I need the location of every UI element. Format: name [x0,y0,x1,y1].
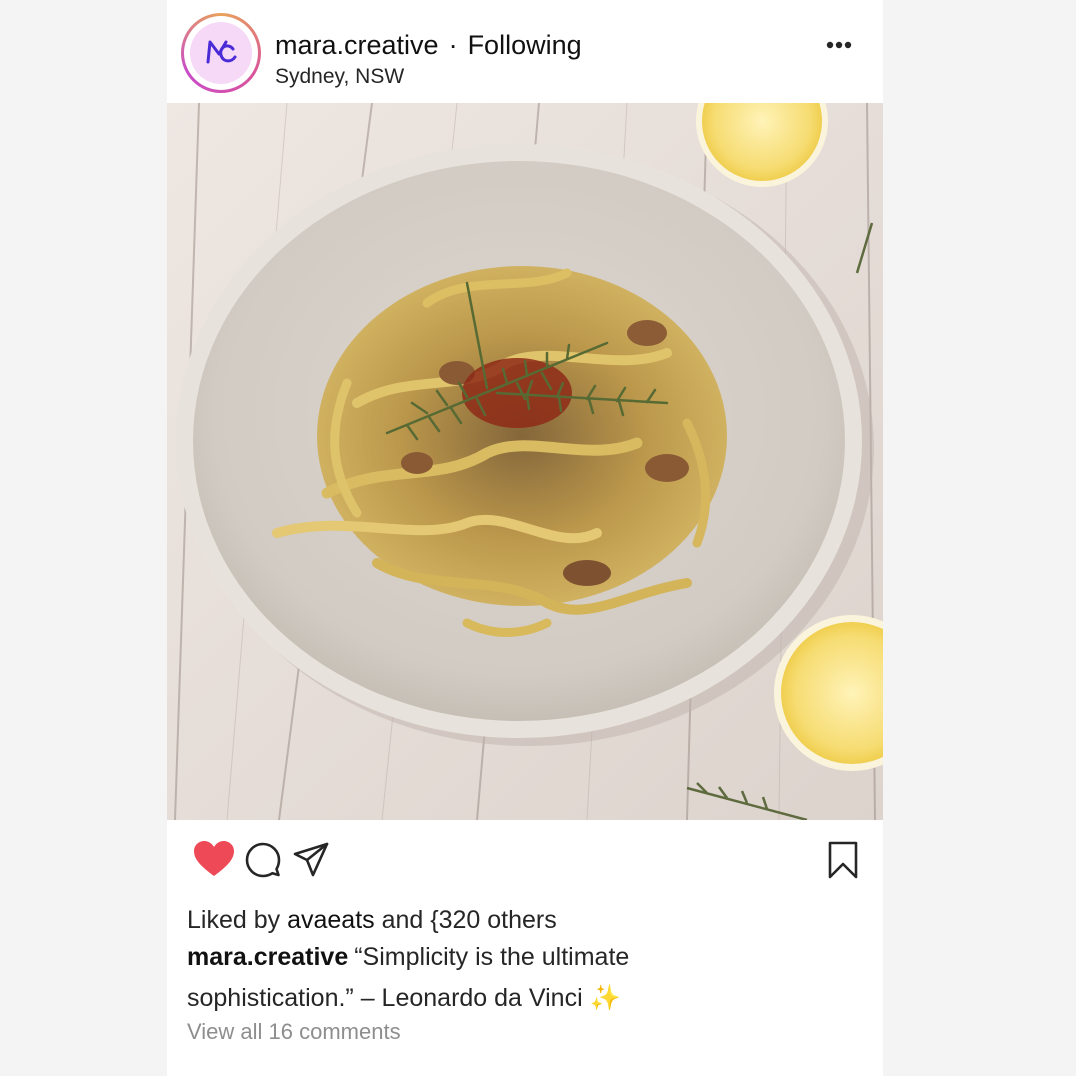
sparkle-emoji: ✨ [589,984,621,1012]
post-card: mara.creative · Following Sydney, NSW Li… [167,0,883,1076]
separator-dot: · [448,30,458,60]
liked-by-prefix: Liked by [187,906,281,934]
more-horizontal-icon[interactable] [825,32,857,58]
username-link[interactable]: mara.creative [275,30,439,60]
liked-by-user-link[interactable]: avaeats [287,906,375,934]
likes-summary: Liked by avaeats and {320 others [187,906,557,935]
bookmark-icon[interactable] [827,841,859,884]
caption-username-link[interactable]: mara.creative [187,943,348,971]
follow-status[interactable]: Following [468,30,582,60]
location-link[interactable]: Sydney, NSW [275,65,404,89]
post-actions [167,830,883,894]
view-comments-link[interactable]: View all 16 comments [187,1019,401,1045]
avatar[interactable] [181,13,261,93]
heart-icon[interactable] [193,840,235,883]
post-caption: mara.creative “Simplicity is the ultimate… [187,937,727,1019]
share-icon[interactable] [293,842,329,883]
post-image[interactable] [167,103,883,820]
username-line: mara.creative · Following [275,30,582,61]
liked-by-others[interactable]: and {320 others [382,906,557,934]
post-header: mara.creative · Following Sydney, NSW [167,0,883,103]
comment-icon[interactable] [245,842,281,883]
avatar-logo [190,22,252,84]
